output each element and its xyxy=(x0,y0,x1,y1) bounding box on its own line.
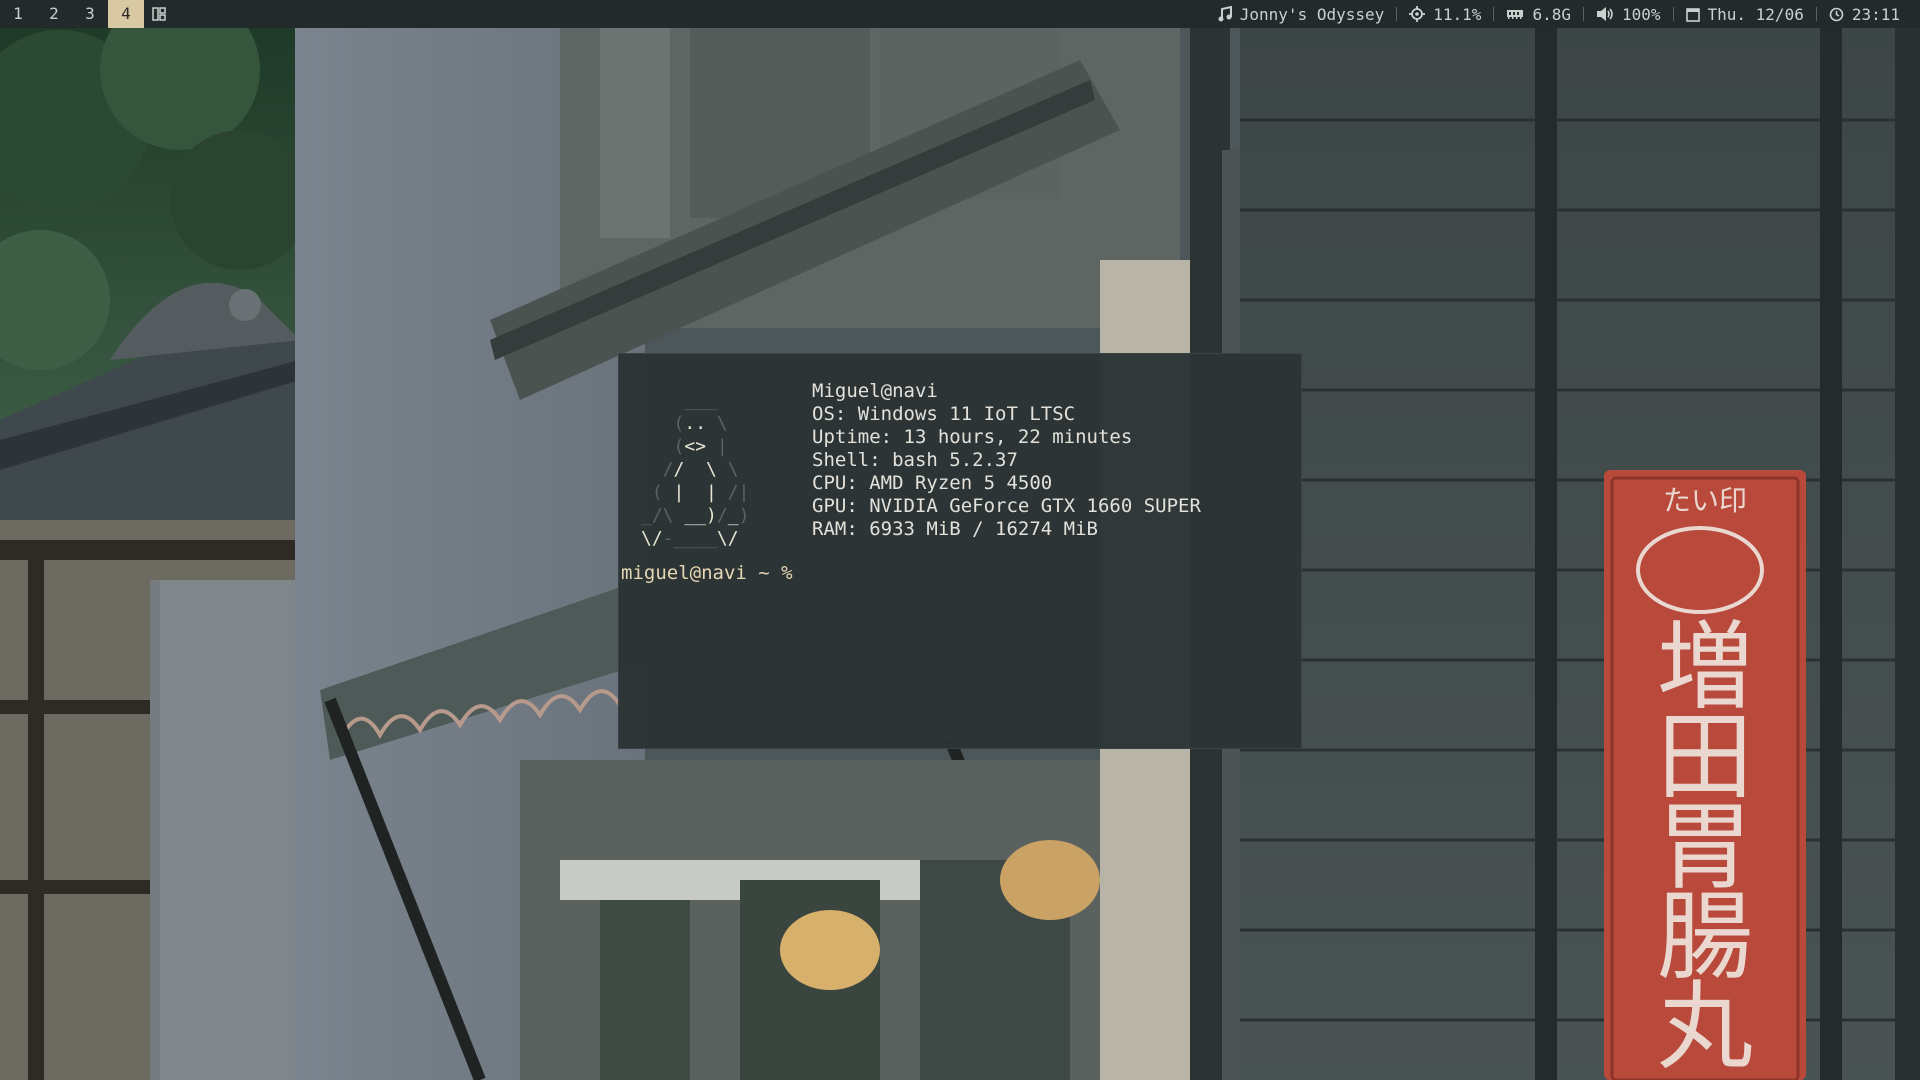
volume-module[interactable]: 100% xyxy=(1584,5,1673,24)
shell-prompt[interactable]: miguel@navi ~ % xyxy=(621,562,793,585)
terminal-window[interactable]: ___ (.. \ (<> | // \ \ ( | | /| _/\ __)/… xyxy=(618,353,1302,749)
red-sign: たい印 増 田 胃 腸 丸 xyxy=(1604,470,1806,1080)
clock-time-text: 23:11 xyxy=(1851,4,1900,24)
workspace-switcher: 1 2 3 4 xyxy=(0,0,144,28)
desktop: たい印 増 田 胃 腸 丸 1 2 3 4 Jonny's Odyssey 11… xyxy=(0,0,1920,1080)
cpu-usage-text: 11.1% xyxy=(1433,4,1482,24)
workspace-4-button[interactable]: 4 xyxy=(108,0,144,28)
shell-info: Shell: bash 5.2.37 xyxy=(812,449,1018,471)
date-module[interactable]: Thu. 12/06 xyxy=(1674,5,1816,24)
uptime-info: Uptime: 13 hours, 22 minutes xyxy=(812,426,1133,448)
workspace-2-button[interactable]: 2 xyxy=(36,0,72,28)
tux-ascii-logo: ___ (.. \ (<> | // \ \ ( | | /| _/\ __)/… xyxy=(641,390,750,549)
svg-text:丸: 丸 xyxy=(1657,971,1753,1080)
os-info: OS: Windows 11 IoT LTSC xyxy=(812,403,1076,425)
volume-level-text: 100% xyxy=(1621,4,1661,24)
memory-module[interactable]: 6.8G xyxy=(1494,5,1583,24)
calendar-icon xyxy=(1685,7,1700,22)
cpu-icon xyxy=(1409,6,1426,22)
tiled-layout-icon[interactable] xyxy=(144,0,174,28)
workspace-1-button[interactable]: 1 xyxy=(0,0,36,28)
system-info: Miguel@navi OS: Windows 11 IoT LTSC Upti… xyxy=(812,380,1201,541)
clock-module[interactable]: 23:11 xyxy=(1817,5,1912,24)
date-text: Thu. 12/06 xyxy=(1707,4,1804,24)
user-host-header: Miguel@navi xyxy=(812,380,938,402)
svg-text:たい印: たい印 xyxy=(1663,484,1747,517)
ram-info: RAM: 6933 MiB / 16274 MiB xyxy=(812,518,1098,540)
top-status-bar: 1 2 3 4 Jonny's Odyssey 11.1% 6.8G 100% … xyxy=(0,0,1920,28)
speaker-icon xyxy=(1596,6,1614,22)
clock-icon xyxy=(1829,7,1844,22)
workspace-3-button[interactable]: 3 xyxy=(72,0,108,28)
music-note-icon xyxy=(1218,6,1232,22)
music-module[interactable]: Jonny's Odyssey xyxy=(1206,5,1397,24)
now-playing-text: Jonny's Odyssey xyxy=(1239,4,1385,24)
status-modules: Jonny's Odyssey 11.1% 6.8G 100% Thu. 12/… xyxy=(1206,0,1920,28)
cpu-module[interactable]: 11.1% xyxy=(1397,5,1493,24)
memory-usage-text: 6.8G xyxy=(1532,4,1571,24)
cpu-info: CPU: AMD Ryzen 5 4500 xyxy=(812,472,1053,494)
memory-icon xyxy=(1506,8,1524,20)
gpu-info: GPU: NVIDIA GeForce GTX 1660 SUPER xyxy=(812,495,1201,517)
